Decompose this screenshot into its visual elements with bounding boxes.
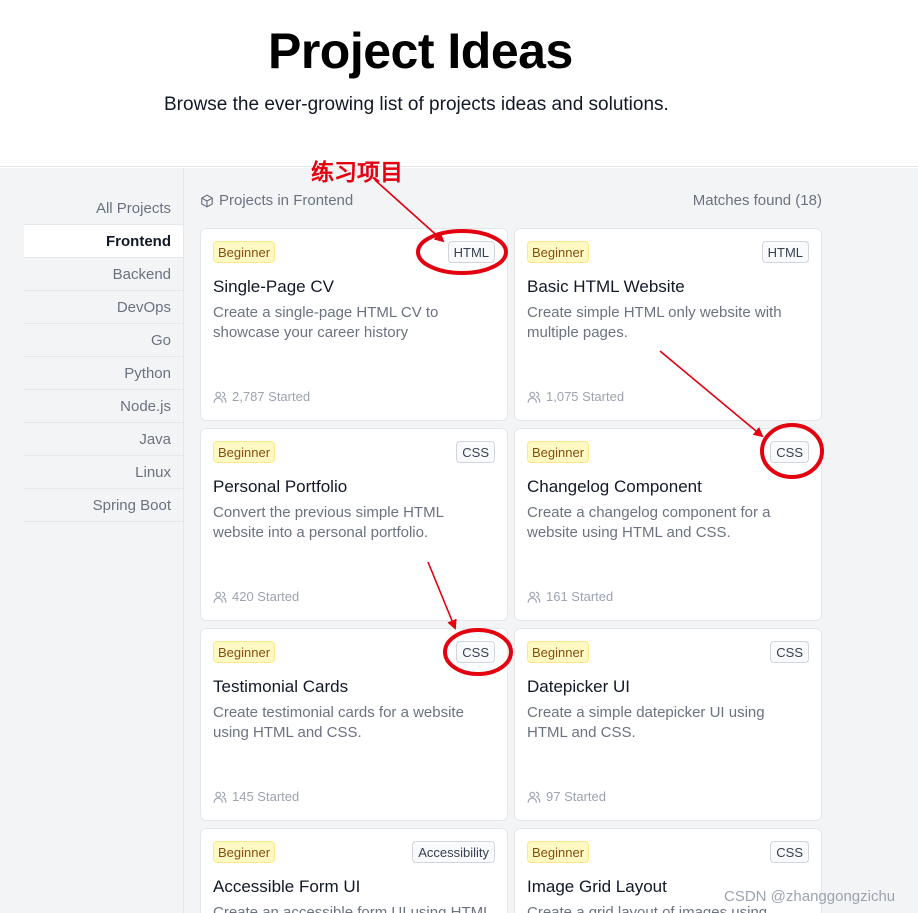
page-title: Project Ideas	[268, 23, 573, 79]
sidebar-item-spring-boot[interactable]: Spring Boot	[24, 489, 183, 522]
started-count: 145 Started	[213, 789, 299, 804]
difficulty-badge: Beginner	[213, 241, 276, 263]
started-text: 2,787 Started	[232, 389, 311, 404]
sidebar-item-go[interactable]: Go	[24, 324, 183, 357]
cube-icon	[201, 194, 213, 207]
card-description: Create a changelog component for a websi…	[527, 504, 771, 541]
users-icon	[213, 791, 227, 803]
card-description: Create an accessible form UI using HTML	[213, 904, 492, 913]
watermark: CSDN @zhanggongzichu	[724, 888, 896, 905]
difficulty-badge: Beginner	[527, 241, 590, 263]
sidebar-item-all-projects[interactable]: All Projects	[24, 192, 183, 225]
sidebar-item-frontend[interactable]: Frontend	[24, 225, 183, 258]
tech-badge: HTML	[447, 241, 495, 263]
category-sidebar: All Projects Frontend Backend DevOps Go …	[0, 168, 184, 913]
card-description: Create a simple datepicker UI using HTML…	[527, 704, 765, 741]
card-title: Datepicker UI	[527, 677, 630, 696]
tech-badge: CSS	[456, 441, 495, 463]
tech-badge: Accessibility	[412, 841, 495, 863]
card-title: Accessible Form UI	[213, 877, 361, 896]
difficulty-badge: Beginner	[527, 641, 590, 663]
tech-badge: HTML	[761, 241, 809, 263]
card-title: Image Grid Layout	[527, 877, 667, 896]
difficulty-badge: Beginner	[213, 641, 276, 663]
sidebar-item-python[interactable]: Python	[24, 357, 183, 390]
sidebar-item-devops[interactable]: DevOps	[24, 291, 183, 324]
card-title: Single-Page CV	[213, 277, 334, 296]
card-title: Personal Portfolio	[213, 477, 348, 496]
page-subtitle: Browse the ever-growing list of projects…	[164, 94, 669, 115]
card-title: Basic HTML Website	[527, 277, 685, 296]
list-heading: Projects in Frontend	[200, 192, 353, 209]
list-heading-text: Projects in Frontend	[219, 192, 354, 209]
tech-badge: CSS	[456, 641, 495, 663]
started-text: 1,075 Started	[546, 389, 625, 404]
project-card-single-page-cv[interactable]: Beginner HTML Single-Page CV Create a si…	[200, 228, 508, 421]
started-count: 420 Started	[213, 589, 299, 604]
started-count: 161 Started	[527, 589, 613, 604]
tech-badge: CSS	[770, 441, 809, 463]
card-description: Create a single-page HTML CV to showcase…	[213, 304, 439, 341]
started-text: 97 Started	[546, 789, 606, 804]
users-icon	[527, 391, 541, 403]
card-description: Convert the previous simple HTML website…	[213, 504, 444, 541]
project-card-accessible-form-ui[interactable]: Beginner Accessibility Accessible Form U…	[200, 828, 508, 913]
project-card-basic-html-website[interactable]: Beginner HTML Basic HTML Website Create …	[514, 228, 822, 421]
users-icon	[213, 391, 227, 403]
users-icon	[527, 791, 541, 803]
tech-badge: CSS	[770, 841, 809, 863]
users-icon	[213, 591, 227, 603]
project-card-datepicker-ui[interactable]: Beginner CSS Datepicker UI Create a simp…	[514, 628, 822, 821]
difficulty-badge: Beginner	[213, 441, 276, 463]
hero-section: Project Ideas Browse the ever-growing li…	[0, 0, 918, 167]
annotation-label: 练习项目	[311, 160, 403, 186]
started-text: 145 Started	[232, 789, 300, 804]
started-count: 1,075 Started	[527, 389, 624, 404]
content-area: All Projects Frontend Backend DevOps Go …	[0, 168, 918, 913]
project-card-personal-portfolio[interactable]: Beginner CSS Personal Portfolio Convert …	[200, 428, 508, 621]
project-card-testimonial-cards[interactable]: Beginner CSS Testimonial Cards Create te…	[200, 628, 508, 821]
started-count: 2,787 Started	[213, 389, 310, 404]
difficulty-badge: Beginner	[527, 441, 590, 463]
tech-badge: CSS	[770, 641, 809, 663]
started-count: 97 Started	[527, 789, 606, 804]
started-text: 420 Started	[232, 589, 300, 604]
card-title: Testimonial Cards	[213, 677, 349, 696]
sidebar-item-java[interactable]: Java	[24, 423, 183, 456]
started-text: 161 Started	[546, 589, 614, 604]
card-description: Create simple HTML only website with mul…	[527, 304, 782, 341]
project-list-header: Projects in Frontend Matches found (18)	[200, 192, 822, 212]
card-title: Changelog Component	[527, 477, 702, 496]
card-description: Create testimonial cards for a website u…	[213, 704, 464, 741]
sidebar-item-nodejs[interactable]: Node.js	[24, 390, 183, 423]
difficulty-badge: Beginner	[213, 841, 276, 863]
difficulty-badge: Beginner	[527, 841, 590, 863]
sidebar-item-linux[interactable]: Linux	[24, 456, 183, 489]
matches-count: Matches found (18)	[692, 192, 822, 209]
project-card-changelog-component[interactable]: Beginner CSS Changelog Component Create …	[514, 428, 822, 621]
users-icon	[527, 591, 541, 603]
sidebar-item-backend[interactable]: Backend	[24, 258, 183, 291]
